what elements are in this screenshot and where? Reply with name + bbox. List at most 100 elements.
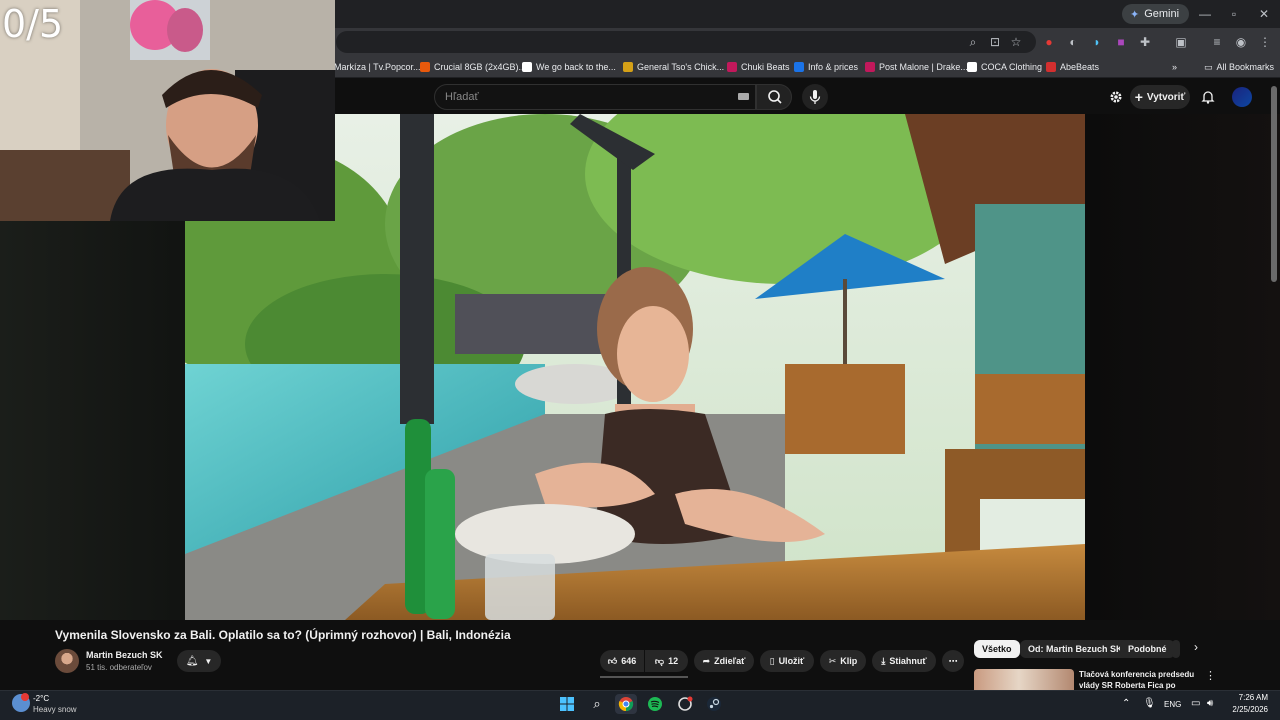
dislike-button[interactable]: 👎︎ 12 [645, 650, 688, 672]
clip-label: Klip [840, 656, 858, 666]
chevron-down-icon: ▼ [204, 656, 213, 666]
like-count: 646 [621, 656, 637, 666]
bookmark-favicon-icon [727, 62, 737, 72]
chip-related[interactable]: Podobné [1120, 640, 1175, 658]
recommended-title[interactable]: Tlačová konferencia predsedu vlády SR Ro… [1079, 669, 1199, 690]
extensions-puzzle-icon[interactable]: ✚ [1136, 33, 1154, 51]
keyboard-icon[interactable] [738, 93, 749, 100]
recommended-thumbnail[interactable] [974, 669, 1074, 690]
steam-icon[interactable] [703, 694, 725, 714]
install-app-icon[interactable]: ⊡ [986, 33, 1004, 51]
gear-icon[interactable] [1108, 89, 1124, 105]
maximize-icon[interactable]: ▫ [1224, 5, 1244, 23]
chip-all[interactable]: Všetko [974, 640, 1020, 658]
clock-time[interactable]: 7:26 AM [1228, 693, 1268, 702]
weather-description[interactable]: Heavy snow [33, 705, 77, 714]
page-scrollbar[interactable] [1271, 86, 1277, 282]
share-icon: ➦ [702, 655, 711, 666]
share-button[interactable]: ➦ Zdieľať [694, 650, 754, 672]
save-button[interactable]: ▯ Uložiť [760, 650, 814, 672]
bookmark-label: Markíza | Tv.Popcor... [334, 62, 421, 72]
extension-blue-icon[interactable]: ◗ [1088, 33, 1106, 51]
bookmark-item[interactable]: General Tso's Chick... [623, 59, 724, 75]
bookmark-label: Post Malone | Drake... [879, 62, 968, 72]
bookmark-item[interactable]: Info & prices [794, 59, 858, 75]
tray-microphone-icon[interactable]: 🎙︎ [1143, 698, 1156, 709]
bookmark-icon: ▯ [769, 655, 775, 666]
weather-temperature[interactable]: -2°C [33, 694, 49, 703]
volume-icon[interactable]: 🔊︎ [1207, 698, 1213, 709]
clip-button[interactable]: ✂ Klip [820, 650, 866, 672]
taskbar [0, 690, 1280, 720]
input-language[interactable]: ENG [1164, 700, 1181, 709]
bookmark-favicon-icon [794, 62, 804, 72]
extension-purple-icon[interactable]: ■ [1112, 33, 1130, 51]
app-icon[interactable] [674, 694, 696, 714]
notification-badge [21, 693, 29, 701]
more-horizontal-icon: ⋯ [948, 655, 958, 666]
create-label: Vytvoriť [1146, 91, 1186, 103]
address-bar[interactable] [336, 31, 1036, 53]
minimize-icon[interactable]: — [1195, 5, 1215, 23]
voice-search-button[interactable] [802, 84, 828, 110]
channel-name[interactable]: Martin Bezuch SK [86, 650, 163, 660]
network-icon[interactable]: ▭ [1191, 698, 1200, 709]
chevron-right-icon[interactable]: › [1194, 640, 1198, 654]
close-icon[interactable]: ✕ [1254, 5, 1274, 23]
account-avatar[interactable] [1232, 87, 1252, 107]
chip-overflow[interactable] [1172, 640, 1180, 658]
extension-gray-icon[interactable]: ◐ [1064, 33, 1082, 51]
bookmark-item[interactable]: Post Malone | Drake... [865, 59, 968, 75]
spotify-icon[interactable] [644, 694, 666, 714]
kebab-menu-icon[interactable]: ⋮ [1256, 33, 1274, 51]
all-bookmarks[interactable]: ▭ All Bookmarks [1204, 59, 1274, 75]
channel-avatar[interactable] [55, 649, 79, 673]
bookmark-label: We go back to the... [536, 62, 616, 72]
bookmark-item[interactable]: We go back to the... [522, 59, 616, 75]
zoom-icon[interactable]: ⌕ [964, 33, 982, 51]
bookmark-item[interactable]: Markíza | Tv.Popcor... [334, 59, 421, 75]
tray-overflow-icon[interactable]: ⌃ [1122, 698, 1130, 709]
profile-avatar-icon[interactable]: ◉ [1232, 33, 1250, 51]
search-icon[interactable]: ⌕ [586, 694, 608, 714]
more-actions-button[interactable]: ⋯ [942, 650, 964, 672]
bell-icon[interactable] [1200, 89, 1216, 105]
bookmark-favicon-icon [967, 62, 977, 72]
folder-icon: ▭ [1204, 61, 1213, 72]
gemini-button[interactable]: ✦ Gemini [1122, 4, 1190, 24]
chrome-icon[interactable] [615, 694, 637, 714]
share-label: Zdieľať [714, 656, 746, 666]
bookmark-favicon-icon [420, 62, 430, 72]
all-bookmarks-label: All Bookmarks [1216, 62, 1275, 72]
tab-search-icon[interactable]: ≡ [1208, 33, 1226, 51]
bookmark-favicon-icon [865, 62, 875, 72]
thumbs-up-icon: 👍︎ [607, 655, 618, 666]
bookmark-label: General Tso's Chick... [637, 62, 725, 72]
bookmark-item[interactable]: Chuki Beats [727, 59, 790, 75]
bookmark-item[interactable]: COCA Clothing [967, 59, 1042, 75]
bookmark-item[interactable]: AbeBeats [1046, 59, 1099, 75]
bookmark-item[interactable]: Crucial 8GB (2x4GB)... [420, 59, 526, 75]
bookmark-label: Chuki Beats [741, 62, 790, 72]
download-icon: ⤓ [881, 655, 886, 666]
bookmark-label: Crucial 8GB (2x4GB)... [434, 62, 527, 72]
subscription-bell-button[interactable]: 🔔︎ ▼ [177, 650, 221, 672]
cast-icon[interactable]: ▣ [1172, 33, 1190, 51]
subscriber-count: 51 tis. odberateľov [86, 663, 152, 672]
like-ratio-bar [600, 676, 688, 678]
search-input[interactable]: Hľadať [434, 84, 756, 110]
recommended-menu-icon[interactable]: ⋮ [1205, 669, 1216, 682]
thumbs-down-icon: 👎︎ [654, 655, 665, 666]
download-button[interactable]: ⤓ Stiahnuť [872, 650, 936, 672]
bookmarks-overflow-icon[interactable]: » [1172, 59, 1177, 75]
search-button[interactable] [756, 84, 792, 110]
plus-icon: + [1134, 89, 1143, 105]
windows-start-icon[interactable] [556, 694, 578, 714]
clock-date[interactable]: 2/25/2026 [1218, 705, 1268, 714]
bookmark-star-icon[interactable]: ☆ [1007, 33, 1025, 51]
chip-from-channel[interactable]: Od: Martin Bezuch SK [1020, 640, 1131, 658]
create-button[interactable]: + Vytvoriť [1130, 85, 1190, 109]
like-button[interactable]: 👍︎ 646 [600, 650, 644, 672]
extension-red-icon[interactable]: ● [1040, 33, 1058, 51]
counter-overlay: 0/5 [2, 2, 64, 46]
